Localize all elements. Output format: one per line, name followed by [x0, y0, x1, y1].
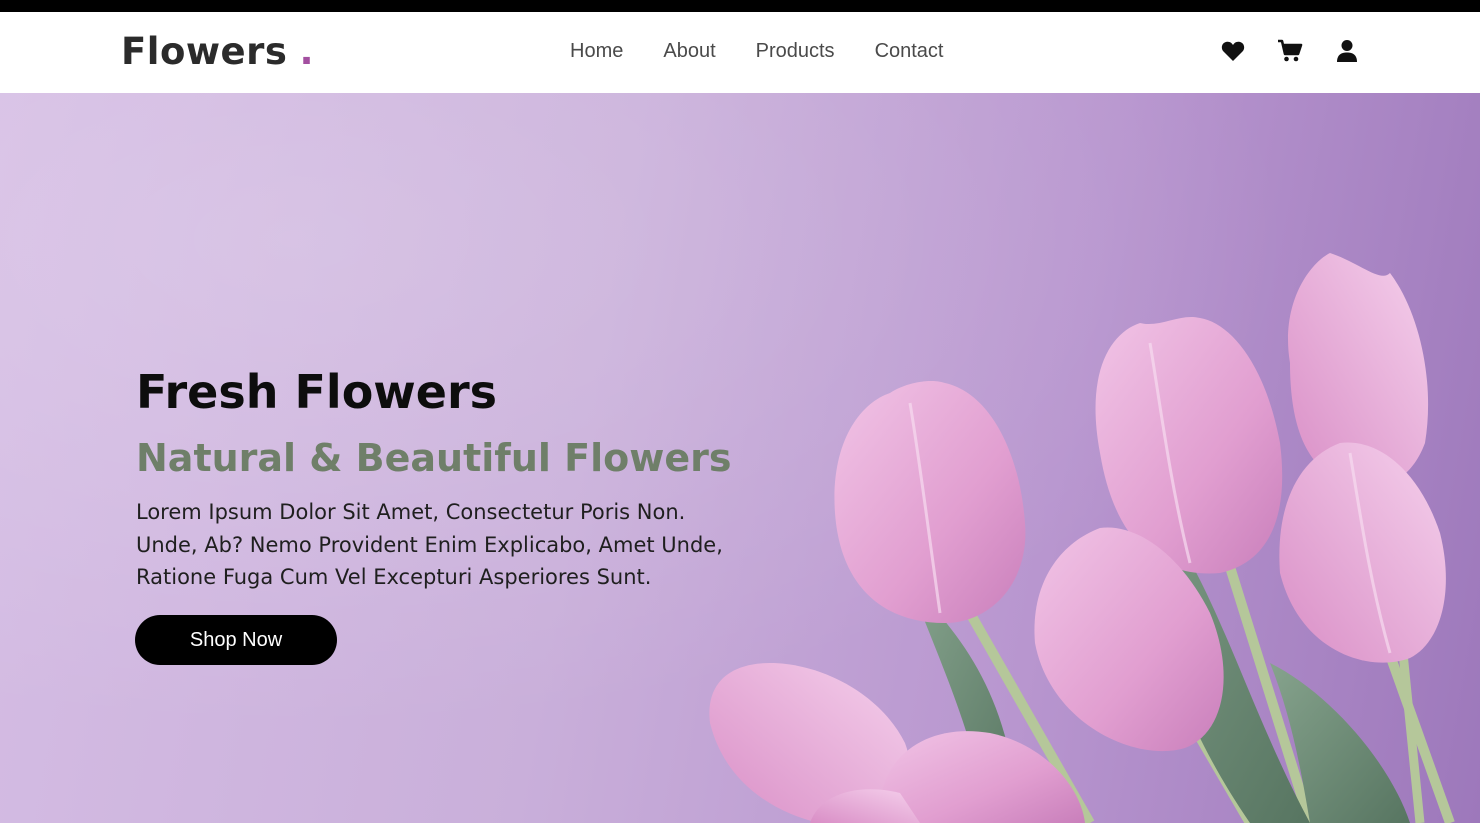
nav-products[interactable]: Products [756, 40, 835, 63]
logo-text: Flowers [121, 30, 288, 73]
shop-now-button[interactable]: Shop Now [135, 615, 337, 665]
hero-description-line: Unde, Ab? Nemo Provident Enim Explicabo,… [136, 532, 723, 557]
hero-description-line: Lorem Ipsum Dolor Sit Amet, Consectetur … [136, 500, 686, 524]
hero-title: Fresh Flowers [136, 365, 498, 419]
main-nav: Home About Products Contact [570, 40, 944, 63]
top-black-bar [0, 0, 1480, 12]
nav-home[interactable]: Home [570, 40, 623, 63]
header-icons [1220, 38, 1360, 64]
site-logo[interactable]: Flowers . [121, 30, 314, 73]
nav-contact[interactable]: Contact [875, 40, 944, 63]
hero-banner: Fresh Flowers Natural & Beautiful Flower… [0, 93, 1480, 823]
hero-description-line: Ratione Fuga Cum Vel Excepturi Asperiore… [136, 565, 652, 589]
heart-icon[interactable] [1220, 38, 1246, 64]
logo-dot: . [299, 30, 314, 73]
nav-about[interactable]: About [663, 40, 715, 63]
hero-subtitle: Natural & Beautiful Flowers [136, 436, 732, 480]
hero-description: Lorem Ipsum Dolor Sit Amet, Consectetur … [136, 496, 756, 594]
site-header: Flowers . Home About Products Contact [0, 12, 1480, 93]
tulip-bouquet-image [709, 253, 1455, 823]
user-icon[interactable] [1334, 38, 1360, 64]
cart-icon[interactable] [1277, 38, 1303, 64]
